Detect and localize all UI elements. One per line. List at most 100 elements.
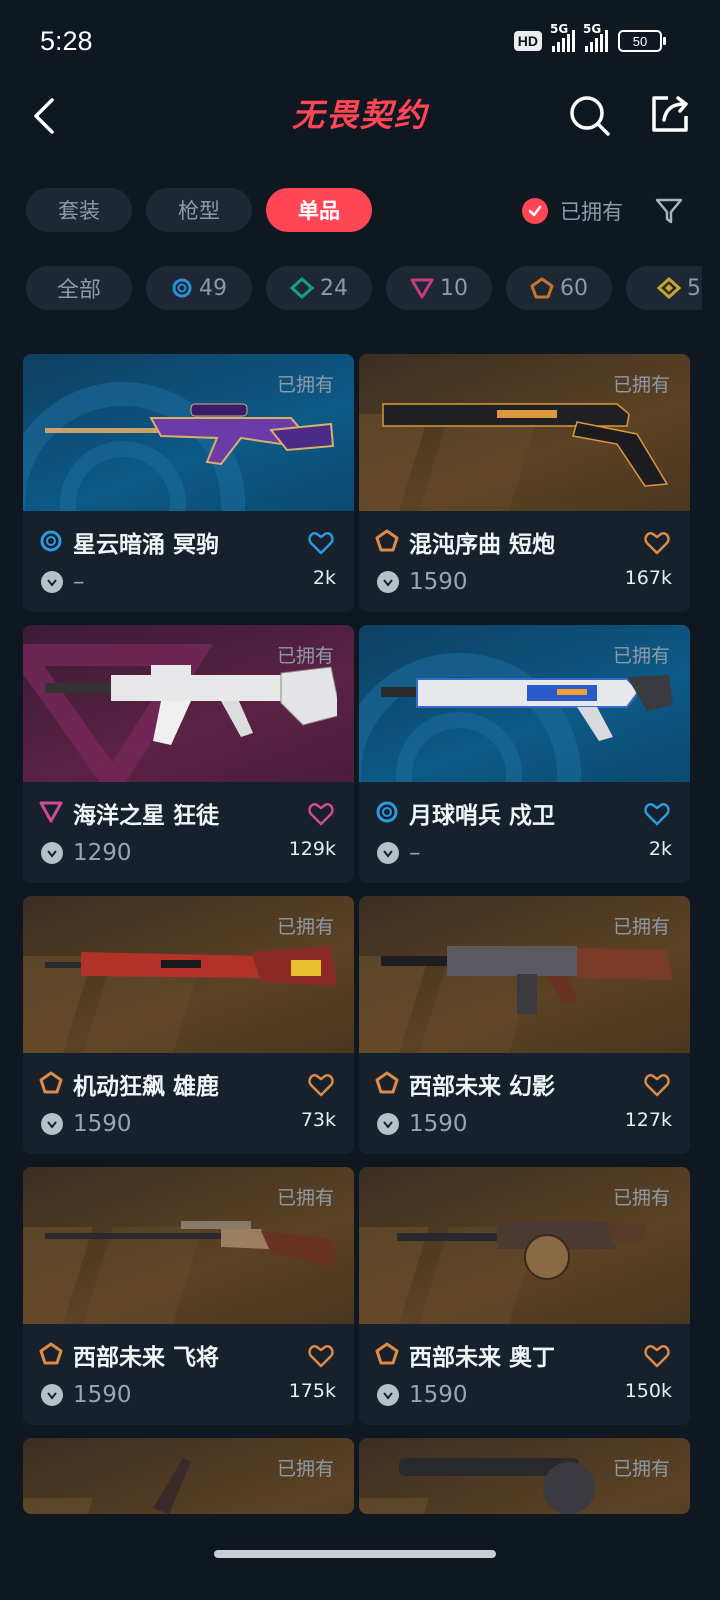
hd-badge: HD — [513, 31, 542, 51]
skin-price: 1590 — [409, 1382, 468, 1408]
skin-card[interactable]: 已拥有 西部未来 幻影 1590 127k — [359, 896, 690, 1154]
select-tier-icon — [172, 278, 192, 298]
valorant-points-icon — [41, 571, 63, 593]
owned-label: 已拥有 — [612, 1458, 670, 1480]
like-count: 150k — [624, 1380, 672, 1402]
valorant-points-icon — [41, 1113, 63, 1135]
owned-label: 已拥有 — [612, 645, 670, 667]
chip-select-tier[interactable]: 49 — [146, 266, 252, 310]
like-count: 2k — [312, 567, 336, 589]
skin-name: 混沌序曲 短炮 — [409, 532, 556, 558]
like-count: 129k — [288, 838, 336, 860]
rarity-filter-chips: 全部 49 24 10 60 5 — [26, 266, 702, 312]
app-logo: 无畏契约 — [291, 96, 428, 134]
premium-tier-icon — [410, 278, 434, 299]
heart-icon[interactable] — [308, 1344, 334, 1368]
valorant-points-icon — [41, 1384, 63, 1406]
premium-tier-icon — [39, 801, 63, 823]
tab-bundles[interactable]: 套装 — [26, 188, 132, 232]
heart-icon[interactable] — [308, 802, 334, 826]
valorant-points-icon — [377, 842, 399, 864]
skin-price: – — [73, 569, 85, 595]
like-count: 73k — [300, 1109, 336, 1131]
home-indicator[interactable] — [214, 1550, 496, 1558]
skin-price: 1590 — [73, 1382, 132, 1408]
skin-thumbnail: 已拥有 — [359, 896, 690, 1053]
category-tabs: 套装 枪型 单品 — [26, 188, 372, 232]
status-bar: 5:28 HD 5G 5G 50 — [0, 0, 720, 80]
skin-price: 1590 — [409, 1111, 468, 1137]
skin-thumbnail: 已拥有 — [359, 625, 690, 782]
like-count: 127k — [624, 1109, 672, 1131]
skin-thumbnail: 已拥有 — [23, 1438, 354, 1514]
owned-filter-toggle[interactable]: 已拥有 — [522, 196, 623, 226]
owned-label: 已拥有 — [612, 374, 670, 396]
heart-icon[interactable] — [644, 531, 670, 555]
skin-name: 海洋之星 狂徒 — [73, 803, 220, 829]
owned-label: 已拥有 — [612, 916, 670, 938]
heart-icon[interactable] — [308, 531, 334, 555]
skin-thumbnail: 已拥有 — [23, 354, 354, 511]
skin-card[interactable]: 已拥有 混沌序曲 短炮 1590 167k — [359, 354, 690, 612]
skin-price: – — [409, 840, 421, 866]
heart-icon[interactable] — [308, 1073, 334, 1097]
valorant-points-icon — [41, 842, 63, 864]
checkmark-icon — [522, 198, 548, 224]
skin-name: 月球哨兵 戍卫 — [409, 803, 556, 829]
search-icon[interactable] — [568, 94, 612, 138]
heart-icon[interactable] — [644, 1073, 670, 1097]
skin-card[interactable]: 已拥有 — [23, 1438, 354, 1514]
skin-thumbnail: 已拥有 — [359, 1438, 690, 1514]
select-tier-icon — [40, 530, 62, 552]
chip-ultra-tier[interactable]: 5 — [626, 266, 702, 310]
skin-card[interactable]: 已拥有 海洋之星 狂徒 1290 129k — [23, 625, 354, 883]
exclusive-tier-icon — [530, 277, 554, 299]
exclusive-tier-icon — [375, 529, 399, 552]
tab-items[interactable]: 单品 — [266, 188, 372, 232]
valorant-points-icon — [377, 1113, 399, 1135]
deluxe-tier-icon — [290, 277, 314, 299]
skin-card[interactable]: 已拥有 机动狂飙 雄鹿 1590 73k — [23, 896, 354, 1154]
app-header: 无畏契约 — [0, 80, 720, 150]
heart-icon[interactable] — [644, 1344, 670, 1368]
chip-premium-tier[interactable]: 10 — [386, 266, 492, 310]
skin-name: 星云暗涌 冥驹 — [73, 532, 220, 558]
owned-label: 已拥有 — [276, 1458, 334, 1480]
skin-thumbnail: 已拥有 — [359, 354, 690, 511]
chip-exclusive-tier[interactable]: 60 — [506, 266, 612, 310]
valorant-points-icon — [377, 571, 399, 593]
skin-thumbnail: 已拥有 — [359, 1167, 690, 1324]
owned-label: 已拥有 — [276, 645, 334, 667]
exclusive-tier-icon — [39, 1071, 63, 1094]
owned-label: 已拥有 — [276, 1187, 334, 1209]
skin-card[interactable]: 已拥有 西部未来 飞将 1590 175k — [23, 1167, 354, 1425]
exclusive-tier-icon — [39, 1342, 63, 1365]
valorant-points-icon — [377, 1384, 399, 1406]
battery-icon: 50 — [618, 30, 666, 52]
skin-name: 西部未来 幻影 — [409, 1074, 556, 1100]
owned-label: 已拥有 — [612, 1187, 670, 1209]
skin-name: 西部未来 飞将 — [73, 1345, 220, 1371]
skin-price: 1290 — [73, 840, 132, 866]
chip-deluxe-tier[interactable]: 24 — [266, 266, 372, 310]
chip-all[interactable]: 全部 — [26, 266, 132, 310]
filter-icon[interactable] — [654, 196, 684, 226]
skin-thumbnail: 已拥有 — [23, 625, 354, 782]
like-count: 175k — [288, 1380, 336, 1402]
exclusive-tier-icon — [375, 1071, 399, 1094]
share-icon[interactable] — [648, 92, 692, 136]
system-icons: HD 5G 5G 50 — [513, 22, 666, 52]
tab-weapon-types[interactable]: 枪型 — [146, 188, 252, 232]
skin-card[interactable]: 已拥有 月球哨兵 戍卫 – 2k — [359, 625, 690, 883]
skin-card[interactable]: 已拥有 — [359, 1438, 690, 1514]
clock: 5:28 — [40, 26, 93, 56]
heart-icon[interactable] — [644, 802, 670, 826]
signal-icon: 5G — [550, 22, 575, 52]
skin-card[interactable]: 已拥有 星云暗涌 冥驹 – 2k — [23, 354, 354, 612]
select-tier-icon — [376, 801, 398, 823]
skin-name: 机动狂飙 雄鹿 — [73, 1074, 220, 1100]
skin-thumbnail: 已拥有 — [23, 896, 354, 1053]
like-count: 167k — [624, 567, 672, 589]
skin-card[interactable]: 已拥有 西部未来 奥丁 1590 150k — [359, 1167, 690, 1425]
skin-price: 1590 — [73, 1111, 132, 1137]
